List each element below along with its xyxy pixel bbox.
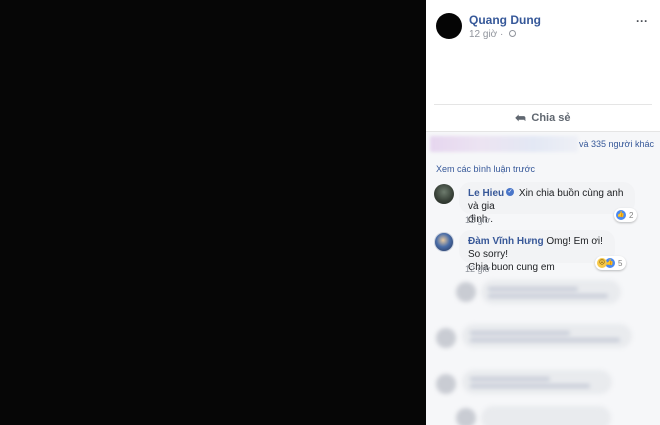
blurred-text xyxy=(470,377,550,381)
comment-reactions[interactable]: 👍 2 xyxy=(614,208,638,222)
blurred-bubble xyxy=(462,370,612,394)
reaction-count: 2 xyxy=(629,210,634,220)
comment-time[interactable]: 12 giờ xyxy=(465,264,490,274)
comment-bubble: Đàm Vĩnh Hưng Omg! Em ơi! So sorry! Chia… xyxy=(459,230,615,273)
blurred-text xyxy=(470,384,590,388)
blurred-text xyxy=(488,287,578,291)
post-time[interactable]: 12 giờ xyxy=(469,29,497,40)
sad-reaction-icon: ☹ xyxy=(597,258,607,268)
reactions-summary[interactable]: và 335 người khác xyxy=(579,139,654,149)
blurred-avatar xyxy=(456,408,476,425)
author-name[interactable]: Quang Dung xyxy=(469,13,541,27)
comments-area: và 335 người khác Xem các bình luận trướ… xyxy=(426,132,660,425)
blurred-avatar xyxy=(456,282,476,302)
reactions-names-blurred[interactable] xyxy=(430,136,578,152)
blurred-text xyxy=(470,331,570,335)
author-avatar[interactable] xyxy=(436,13,462,39)
commenter-avatar[interactable] xyxy=(434,184,454,204)
globe-icon xyxy=(509,29,517,37)
commenter-avatar[interactable] xyxy=(434,232,454,252)
blurred-avatar xyxy=(436,328,456,348)
verified-badge-icon: ✓ xyxy=(506,188,515,197)
blurred-comments xyxy=(426,278,660,425)
comment-bubble: Le Hieu ✓ Xin chia buồn cùng anh và gia đ… xyxy=(459,182,635,225)
blurred-bubble xyxy=(481,280,621,304)
commenter-name[interactable]: Đàm Vĩnh Hưng xyxy=(468,236,544,247)
more-dots-icon[interactable]: ··· xyxy=(636,14,648,28)
blurred-bubble xyxy=(462,324,632,348)
share-label: Chia sẻ xyxy=(531,112,571,124)
post-header: Quang Dung 12 giờ · ··· xyxy=(426,0,660,60)
comment-time[interactable]: 12 giờ xyxy=(465,215,490,225)
blurred-bubble xyxy=(481,406,611,425)
blurred-text xyxy=(470,338,620,342)
blurred-text xyxy=(488,294,608,298)
like-reaction-icon: 👍 xyxy=(616,210,626,220)
blurred-avatar xyxy=(436,374,456,394)
comment-reactions[interactable]: ☹ 👍 5 xyxy=(595,256,627,270)
post-meta: 12 giờ · xyxy=(469,29,517,40)
view-previous-comments-link[interactable]: Xem các bình luận trước xyxy=(436,164,535,174)
separator: · xyxy=(500,29,507,40)
share-button[interactable]: ➦ Chia sẻ xyxy=(426,105,660,131)
photo-viewer[interactable] xyxy=(0,0,426,425)
share-arrow-icon: ➦ xyxy=(515,110,527,125)
reaction-count: 5 xyxy=(618,258,623,268)
post-side-panel: Quang Dung 12 giờ · ··· ➦ Chia sẻ và 335… xyxy=(426,0,660,425)
commenter-name[interactable]: Le Hieu xyxy=(468,188,504,199)
